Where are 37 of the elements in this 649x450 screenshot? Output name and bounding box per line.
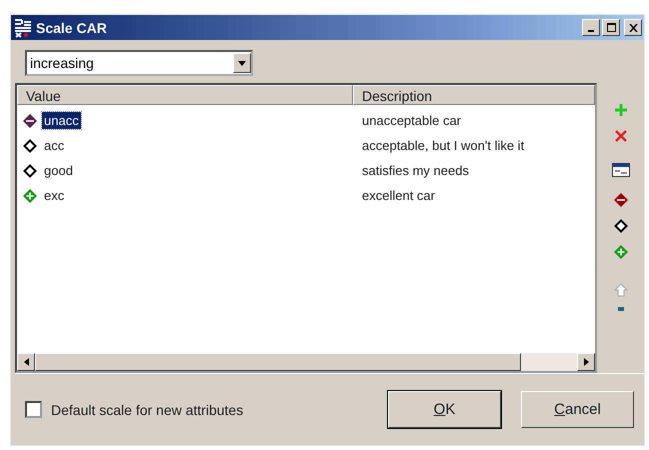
maximize-button[interactable] <box>602 19 620 36</box>
description-cell-text: unacceptable car <box>361 113 462 128</box>
column-header[interactable]: Value <box>17 85 353 105</box>
cancel-button[interactable]: Cancel <box>521 391 634 428</box>
value-cell[interactable]: unacc <box>42 112 81 129</box>
diamond-minus-icon[interactable] <box>614 193 628 207</box>
default-scale-checkbox[interactable] <box>25 401 42 418</box>
diamond-icon <box>23 138 37 152</box>
window-icon[interactable] <box>612 163 630 177</box>
close-button[interactable] <box>624 19 642 36</box>
value-cell[interactable]: acc <box>42 137 66 154</box>
order-dropdown[interactable]: increasing <box>25 50 253 76</box>
maximize-icon <box>606 23 616 32</box>
value-cell[interactable]: good <box>42 162 75 179</box>
description-cell-text: satisfies my needs <box>361 163 469 178</box>
minimize-button[interactable] <box>582 19 600 36</box>
scroll-left-button[interactable] <box>17 353 35 371</box>
description-cell-text: excellent car <box>361 188 435 203</box>
delete-icon[interactable] <box>614 129 628 143</box>
diamond-minus-icon <box>23 114 37 128</box>
minimize-icon <box>588 30 594 32</box>
diamond-plus-icon[interactable] <box>614 245 628 259</box>
diamond-icon <box>23 164 37 178</box>
dropdown-arrow-icon <box>238 60 246 66</box>
diamond-plus-icon <box>23 188 37 202</box>
ok-button[interactable]: OK <box>388 391 501 428</box>
diamond-icon[interactable] <box>614 219 628 233</box>
description-cell-text: acceptable, but I won't like it <box>361 138 524 153</box>
window-title: Scale CAR <box>36 20 108 36</box>
column-header[interactable]: Description <box>353 85 595 105</box>
checkbox-label: Default scale for new attributes <box>51 402 244 418</box>
value-cell[interactable]: exc <box>42 187 66 204</box>
left-arrow-icon <box>24 358 28 366</box>
scroll-right-button[interactable] <box>577 353 595 371</box>
close-icon <box>628 24 638 32</box>
right-arrow-icon <box>584 358 588 366</box>
app-icon <box>13 18 33 38</box>
